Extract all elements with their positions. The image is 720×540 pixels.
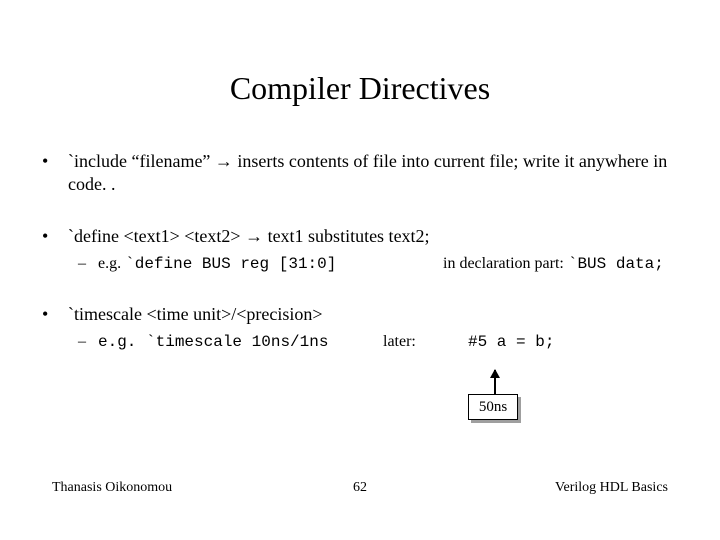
- bullet-timescale: `timescale <time unit>/<precision> e.g. …: [42, 303, 678, 353]
- annotation: 50ns: [468, 370, 518, 420]
- arrow-glyph: →: [245, 226, 263, 246]
- box-label: 50ns: [468, 394, 518, 420]
- col1: e.g. `timescale 10ns/1ns: [98, 332, 383, 353]
- slide-title: Compiler Directives: [0, 70, 720, 107]
- arrow-glyph: →: [215, 151, 233, 171]
- sub-item: e.g. `define BUS reg [31:0] in declarati…: [68, 254, 678, 275]
- slide: Compiler Directives `include “filename” …: [0, 0, 720, 540]
- code: `define BUS reg [31:0]: [125, 255, 336, 273]
- col1: e.g. `define BUS reg [31:0]: [98, 254, 383, 275]
- lead: e.g.: [98, 255, 125, 272]
- footer-center: 62: [52, 480, 668, 496]
- bullet-include: `include “filename” → inserts contents o…: [42, 150, 678, 197]
- sub-list: e.g. `timescale 10ns/1ns later: #5 a = b…: [68, 332, 678, 353]
- text: `timescale <time unit>/<precision>: [68, 304, 323, 324]
- footer: Thanasis Oikonomou 62 Verilog HDL Basics: [52, 480, 668, 496]
- bullet-define: `define <text1> <text2> → text1 substitu…: [42, 225, 678, 275]
- sub-list: e.g. `define BUS reg [31:0] in declarati…: [68, 254, 678, 275]
- text: `include “filename”: [68, 151, 215, 171]
- code: `timescale 10ns/1ns: [146, 333, 328, 351]
- bullet-list: `include “filename” → inserts contents o…: [42, 150, 678, 353]
- text: `define <text1> <text2>: [68, 226, 245, 246]
- text: text1 substitutes text2;: [263, 226, 430, 246]
- mid: in declaration part:: [443, 255, 568, 272]
- code2: `BUS data;: [568, 255, 664, 273]
- mid: later:: [383, 332, 468, 353]
- slide-body: `include “filename” → inserts contents o…: [42, 150, 678, 381]
- lead: e.g.: [98, 333, 146, 351]
- sub-row: e.g. `define BUS reg [31:0] in declarati…: [98, 254, 678, 275]
- arrow-up-icon: [494, 370, 496, 394]
- col3: in declaration part: `BUS data;: [443, 254, 678, 275]
- sub-item: e.g. `timescale 10ns/1ns later: #5 a = b…: [68, 332, 678, 353]
- sub-row: e.g. `timescale 10ns/1ns later: #5 a = b…: [98, 332, 678, 353]
- col2: [383, 254, 443, 275]
- code2: #5 a = b;: [468, 332, 678, 353]
- callout-box: 50ns: [468, 394, 518, 420]
